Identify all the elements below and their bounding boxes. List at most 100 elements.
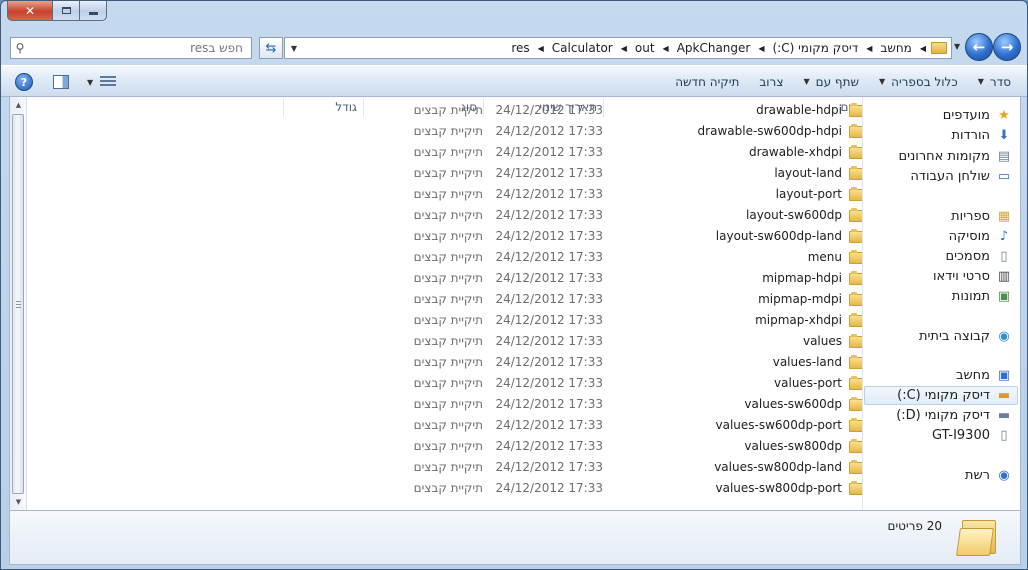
file-row[interactable]: mipmap-xhdpi 24/12/2012 17:33 תיקיית קבצים	[24, 310, 863, 331]
command-3-button[interactable]: צרוב	[749, 70, 793, 94]
address-dropdown-icon[interactable]: ▼	[285, 38, 303, 58]
command-0-button[interactable]: סדר ▼	[968, 70, 1021, 94]
nav-item-computer-1[interactable]: ▬ דיסק מקומי (C:)	[864, 386, 1018, 405]
file-row[interactable]: layout-port 24/12/2012 17:33 תיקיית קבצים	[24, 184, 863, 205]
command-label: צרוב	[759, 74, 784, 89]
command-2-button[interactable]: שתף עם ▼	[793, 70, 869, 94]
file-name-cell[interactable]: drawable-xhdpi	[749, 144, 863, 161]
nav-item-homegroup[interactable]: ◉ קבוצה ביתית	[919, 327, 1012, 346]
nav-item-network[interactable]: ◉ רשת	[965, 466, 1012, 485]
breadcrumb-item[interactable]: ◀ מחשב	[874, 41, 928, 55]
breadcrumb-separator-icon[interactable]: ◀	[619, 44, 629, 53]
file-name-cell[interactable]: layout-sw600dp	[746, 207, 863, 224]
file-row[interactable]: values-land 24/12/2012 17:33 תיקיית קבצים	[24, 352, 863, 373]
command-bar: סדר ▼ כלול בספריה ▼ שתף עם ▼ צרוב תיקיה חדשה ? …	[1, 65, 1027, 97]
file-name-cell[interactable]: values-sw800dp	[744, 438, 863, 455]
breadcrumb-item[interactable]: ◀ res	[505, 41, 545, 55]
breadcrumb-separator-icon[interactable]: ◀	[918, 44, 928, 53]
nav-item-library-2[interactable]: ▯ מסמכים	[945, 247, 1012, 266]
nav-item-computer-3[interactable]: ▯ GT-I9300	[932, 426, 1012, 445]
close-button[interactable]: ✕	[7, 1, 53, 21]
maximize-button[interactable]	[53, 1, 80, 21]
breadcrumb-separator-icon[interactable]: ◀	[864, 44, 874, 53]
file-name-cell[interactable]: drawable-sw600dp-hdpi	[698, 123, 863, 140]
nav-item-library-1[interactable]: ♪ מוסיקה	[949, 227, 1012, 246]
minimize-icon	[88, 11, 98, 15]
nav-item-favorite-0[interactable]: ★ מועדפים	[943, 106, 1012, 125]
file-name-cell[interactable]: values-sw800dp-port	[716, 480, 863, 497]
file-name-cell[interactable]: layout-port	[776, 186, 863, 203]
desktop-icon: ▭	[997, 169, 1011, 184]
file-name-cell[interactable]: values-sw600dp	[744, 396, 863, 413]
nav-item-label: דיסק מקומי (D:)	[896, 408, 990, 423]
file-name-cell[interactable]: values	[803, 333, 863, 350]
file-name-cell[interactable]: menu	[808, 249, 863, 266]
back-button[interactable]: ←	[965, 33, 993, 61]
breadcrumb-item[interactable]: ◀ דיסק מקומי (C:)	[767, 41, 875, 55]
recent-pages-dropdown-icon[interactable]: ▼	[954, 42, 960, 51]
command-4-button[interactable]: תיקיה חדשה	[665, 70, 749, 94]
breadcrumb-item[interactable]: ◀ out	[629, 41, 671, 55]
scrollbar-thumb[interactable]	[12, 114, 24, 494]
file-type: תיקיית קבצים	[413, 313, 483, 327]
file-row[interactable]: values-sw800dp-port 24/12/2012 17:33 תיקיי…	[24, 478, 863, 499]
nav-item-label: קבוצה ביתית	[918, 329, 990, 344]
file-row[interactable]: layout-sw600dp-land 24/12/2012 17:33 תיקיי…	[24, 226, 863, 247]
nav-item-computer-2[interactable]: ▬ דיסק מקומי (D:)	[896, 406, 1012, 425]
file-name-cell[interactable]: layout-land	[774, 165, 863, 182]
view-dropdown-icon[interactable]: ▼	[87, 78, 93, 87]
file-type: תיקיית קבצים	[413, 292, 483, 306]
nav-item-favorite-1[interactable]: ⬇ הורדות	[951, 126, 1012, 145]
file-name-cell[interactable]: values-land	[773, 354, 863, 371]
file-row[interactable]: mipmap-hdpi 24/12/2012 17:33 תיקיית קבצים	[24, 268, 863, 289]
search-icon[interactable]: ⚲	[11, 41, 29, 55]
file-row[interactable]: layout-sw600dp 24/12/2012 17:33 תיקיית קבצ…	[24, 205, 863, 226]
file-name-cell[interactable]: layout-sw600dp-land	[716, 228, 863, 245]
file-name-cell[interactable]: mipmap-xhdpi	[755, 312, 863, 329]
breadcrumb-separator-icon[interactable]: ◀	[661, 44, 671, 53]
nav-item-computer-0[interactable]: ▣ מחשב	[956, 366, 1012, 385]
breadcrumb-label: ApkChanger	[676, 41, 751, 55]
file-row[interactable]: values 24/12/2012 17:33 תיקיית קבצים	[24, 331, 863, 352]
view-details-icon[interactable]	[100, 76, 117, 88]
refresh-button[interactable]: ⇆	[259, 37, 283, 59]
nav-item-favorite-2[interactable]: ▤ מקומות אחרונים	[899, 147, 1012, 166]
file-name: values-sw600dp	[744, 397, 842, 411]
search-box[interactable]: ⚲	[10, 37, 252, 59]
file-row[interactable]: menu 24/12/2012 17:33 תיקיית קבצים	[24, 247, 863, 268]
file-name-cell[interactable]: values-port	[774, 375, 863, 392]
command-1-button[interactable]: כלול בספריה ▼	[869, 70, 968, 94]
breadcrumb-item[interactable]: ◀ ApkChanger	[671, 41, 767, 55]
nav-item-favorite-3[interactable]: ▭ שולחן העבודה	[910, 167, 1012, 186]
file-name-cell[interactable]: drawable-hdpi	[756, 102, 863, 119]
preview-pane-icon[interactable]	[53, 75, 69, 89]
file-row[interactable]: drawable-xhdpi 24/12/2012 17:33 תיקיית קבצ…	[24, 142, 863, 163]
breadcrumb-item[interactable]: ◀ Calculator	[546, 41, 629, 55]
breadcrumb-separator-icon[interactable]: ◀	[536, 44, 546, 53]
nav-item-library-4[interactable]: ▣ תמונות	[952, 287, 1012, 306]
file-row[interactable]: values-sw600dp-port 24/12/2012 17:33 תיקיי…	[24, 415, 863, 436]
file-row[interactable]: mipmap-mdpi 24/12/2012 17:33 תיקיית קבצים	[24, 289, 863, 310]
file-date: 24/12/2012 17:33	[495, 376, 603, 390]
file-row[interactable]: drawable-sw600dp-hdpi 24/12/2012 17:33 תיק…	[24, 121, 863, 142]
nav-item-label: GT-I9300	[932, 428, 990, 443]
file-row[interactable]: values-sw600dp 24/12/2012 17:33 תיקיית קבצ…	[24, 394, 863, 415]
breadcrumb-separator-icon[interactable]: ◀	[756, 44, 766, 53]
nav-item-library-3[interactable]: ▥ סרטי וידאו	[933, 267, 1012, 286]
help-icon[interactable]: ?	[15, 73, 33, 91]
nav-item-library-0[interactable]: ▦ ספריות	[951, 207, 1012, 226]
file-row[interactable]: values-sw800dp 24/12/2012 17:33 תיקיית קבצ…	[24, 436, 863, 457]
minimize-button[interactable]	[80, 1, 107, 21]
file-name-cell[interactable]: mipmap-mdpi	[758, 291, 863, 308]
file-date: 24/12/2012 17:33	[495, 145, 603, 159]
file-name-cell[interactable]: values-sw600dp-port	[716, 417, 863, 434]
file-row[interactable]: drawable-hdpi 24/12/2012 17:33 תיקיית קבצי…	[24, 100, 863, 121]
file-row[interactable]: values-sw800dp-land 24/12/2012 17:33 תיקיי…	[24, 457, 863, 478]
search-input[interactable]	[29, 41, 251, 55]
file-row[interactable]: values-port 24/12/2012 17:33 תיקיית קבצים	[24, 373, 863, 394]
address-bar[interactable]: ◀ מחשב ◀ דיסק מקומי (C:) ◀ ApkChanger ◀ out ◀ Cal…	[284, 37, 952, 59]
file-row[interactable]: layout-land 24/12/2012 17:33 תיקיית קבצים	[24, 163, 863, 184]
file-name-cell[interactable]: values-sw800dp-land	[714, 459, 863, 476]
file-name-cell[interactable]: mipmap-hdpi	[762, 270, 863, 287]
forward-button[interactable]: →	[993, 33, 1021, 61]
